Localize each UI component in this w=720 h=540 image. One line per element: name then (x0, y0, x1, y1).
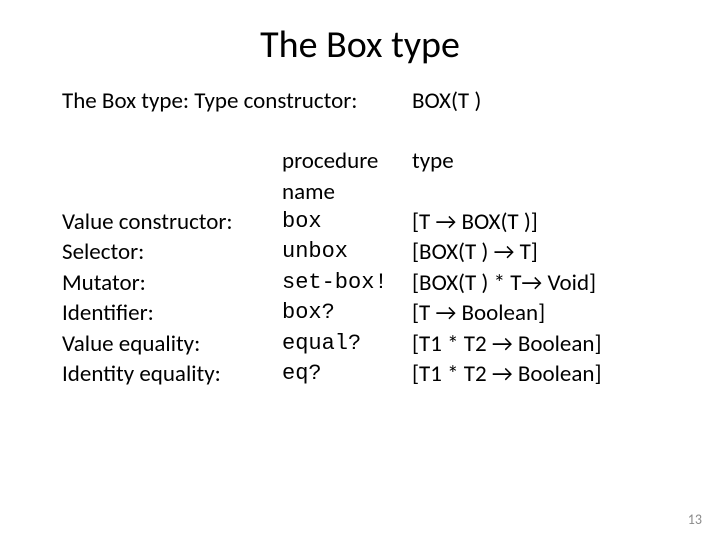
row-label: Value constructor: (62, 207, 282, 237)
table-row: Value constructor: box [T → BOX(T )] (62, 207, 666, 237)
slide-body: The Box type: Type constructor: BOX(T ) … (0, 86, 720, 389)
row-label: Mutator: (62, 268, 282, 298)
row-type: [BOX(T ) * T→ Void] (412, 268, 666, 298)
row-proc: box (282, 207, 412, 237)
header-proc: procedure name (282, 146, 412, 207)
row-proc: equal? (282, 329, 412, 359)
row-type: [T → Boolean] (412, 298, 666, 328)
spacer (62, 116, 666, 146)
row-proc: eq? (282, 359, 412, 389)
page-number: 13 (688, 511, 702, 528)
table-row: Value equality: equal? [T1 * T2 → Boolea… (62, 329, 666, 359)
top-line-value: BOX(T ) (412, 86, 666, 116)
row-type: [T → BOX(T )] (412, 207, 666, 237)
row-label: Value equality: (62, 329, 282, 359)
top-line-row: The Box type: Type constructor: BOX(T ) (62, 86, 666, 116)
row-proc: set-box! (282, 268, 412, 298)
table-row: Identity equality: eq? [T1 * T2 → Boolea… (62, 359, 666, 389)
row-label: Identifier: (62, 298, 282, 328)
row-label: Identity equality: (62, 359, 282, 389)
header-label-blank (62, 146, 282, 207)
slide: The Box type The Box type: Type construc… (0, 0, 720, 540)
row-proc: unbox (282, 237, 412, 267)
table-row: Selector: unbox [BOX(T ) → T] (62, 237, 666, 267)
table-row: Identifier: box? [T → Boolean] (62, 298, 666, 328)
row-type: [T1 * T2 → Boolean] (412, 329, 666, 359)
slide-title: The Box type (0, 0, 720, 86)
table-row: Mutator: set-box! [BOX(T ) * T→ Void] (62, 268, 666, 298)
header-type: type (412, 146, 666, 207)
row-type: [BOX(T ) → T] (412, 237, 666, 267)
row-label: Selector: (62, 237, 282, 267)
top-line-label: The Box type: Type constructor: (62, 86, 412, 116)
row-proc: box? (282, 298, 412, 328)
row-type: [T1 * T2 → Boolean] (412, 359, 666, 389)
header-row: procedure name type (62, 146, 666, 207)
